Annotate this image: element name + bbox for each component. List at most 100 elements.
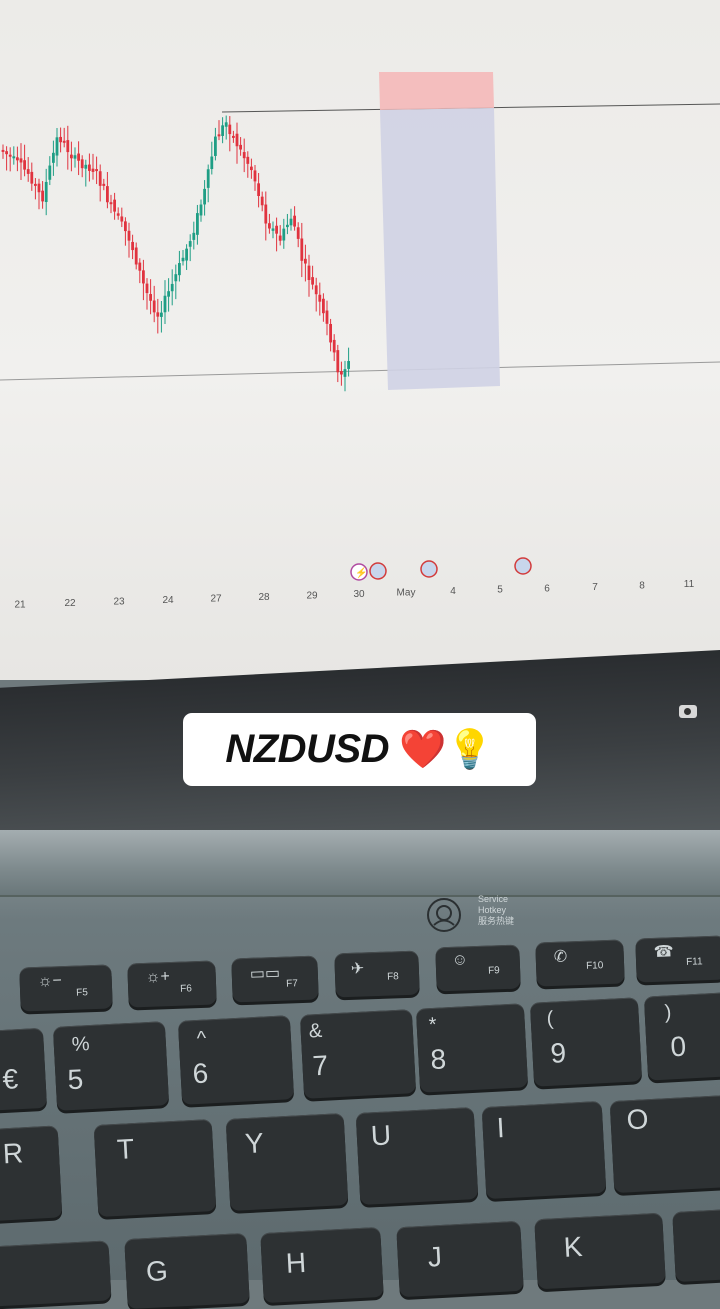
key-label: 9 bbox=[549, 1037, 567, 1069]
candle-body bbox=[304, 258, 307, 264]
key-i[interactable]: I bbox=[481, 1100, 607, 1200]
caption-text: NZDUSD bbox=[225, 727, 390, 771]
key-label: F9 bbox=[487, 965, 500, 977]
service-label-line: 服务热键 bbox=[478, 916, 515, 926]
candle-body bbox=[160, 312, 163, 317]
key-label: U bbox=[370, 1119, 392, 1152]
brightness-up-icon: ☼+ bbox=[145, 968, 171, 986]
candle-body bbox=[19, 158, 23, 163]
key-label: F5 bbox=[75, 987, 89, 999]
key-9[interactable]: ( 9 bbox=[529, 997, 643, 1087]
key-r[interactable]: R bbox=[0, 1125, 63, 1223]
candle-body bbox=[329, 323, 332, 343]
candle-body bbox=[296, 227, 300, 239]
candle-body bbox=[235, 133, 239, 147]
key-label: Y bbox=[244, 1127, 265, 1160]
key-y[interactable]: Y bbox=[225, 1112, 349, 1212]
key-f8[interactable]: ✈ F8 bbox=[334, 950, 420, 998]
candle-body bbox=[199, 204, 203, 216]
candle-body bbox=[260, 196, 264, 206]
key-h[interactable]: H bbox=[260, 1226, 384, 1304]
candle-body bbox=[44, 181, 48, 203]
date-tick-label: 6 bbox=[544, 583, 550, 594]
phone-hangup-icon: ☎ bbox=[653, 943, 674, 961]
key-label: 8 bbox=[429, 1043, 447, 1076]
key-label: O bbox=[625, 1103, 650, 1136]
reward-zone bbox=[380, 108, 500, 390]
key-o[interactable]: O bbox=[609, 1094, 720, 1194]
key-t[interactable]: T bbox=[93, 1118, 217, 1218]
key-g[interactable]: G bbox=[124, 1232, 250, 1309]
service-hotkey-label: Service Hotkey 服务热键 bbox=[478, 894, 514, 927]
key-label: T bbox=[116, 1133, 135, 1165]
service-label-line: Service bbox=[478, 894, 509, 904]
candle-body bbox=[66, 140, 70, 153]
candle-body bbox=[145, 283, 149, 294]
candle-body bbox=[88, 164, 91, 171]
key-label: * bbox=[428, 1013, 438, 1037]
key-f9[interactable]: ☺ F9 bbox=[435, 944, 521, 992]
candle-body bbox=[232, 135, 235, 138]
key-label: K bbox=[562, 1230, 584, 1263]
key-f10[interactable]: ✆ F10 bbox=[535, 939, 625, 987]
key-f6[interactable]: ☼+ F6 bbox=[127, 960, 217, 1008]
key-f7[interactable]: ▭▭ F7 bbox=[231, 955, 319, 1003]
key-6[interactable]: ^ 6 bbox=[177, 1015, 295, 1105]
key-7[interactable]: & 7 bbox=[299, 1009, 417, 1099]
candle-body bbox=[289, 218, 293, 226]
candle-body bbox=[311, 277, 314, 285]
key-label: ) bbox=[664, 1001, 672, 1024]
candlestick-chart: 21 22 23 24 27 28 29 30 May 4 5 6 7 8 11 ⚡ bbox=[0, 72, 720, 610]
candle-body bbox=[113, 199, 116, 212]
date-tick-label: 24 bbox=[162, 595, 174, 606]
candle-body bbox=[62, 140, 66, 143]
key-8[interactable]: * 8 bbox=[415, 1003, 529, 1093]
key-u[interactable]: U bbox=[355, 1106, 479, 1206]
candle-body bbox=[268, 223, 271, 229]
candle-body bbox=[228, 124, 232, 135]
key-label: 6 bbox=[191, 1057, 210, 1090]
us-flag-event-icon bbox=[514, 557, 532, 575]
key-label: & bbox=[308, 1019, 323, 1043]
candle-body bbox=[52, 152, 55, 163]
candle-body bbox=[30, 171, 34, 184]
key-j[interactable]: J bbox=[396, 1220, 524, 1298]
candle-body bbox=[8, 154, 12, 157]
svg-text:⚡: ⚡ bbox=[355, 566, 367, 579]
candle-body bbox=[91, 168, 95, 172]
candle-body bbox=[41, 190, 44, 202]
candle-body bbox=[181, 257, 185, 262]
candle-body bbox=[70, 154, 73, 159]
brightness-down-icon: ☼− bbox=[37, 972, 63, 990]
candle-body bbox=[23, 160, 26, 170]
key-f5[interactable]: ☼− F5 bbox=[19, 964, 113, 1012]
date-tick-label: 4 bbox=[450, 586, 456, 597]
candle-body bbox=[116, 213, 120, 216]
key-label: € bbox=[1, 1063, 19, 1095]
candle-body bbox=[5, 151, 8, 155]
key-0[interactable]: ) 0 bbox=[643, 991, 720, 1081]
candle-body bbox=[264, 204, 268, 224]
candle-body bbox=[282, 228, 286, 241]
key-f[interactable] bbox=[0, 1240, 112, 1308]
phone-answer-icon: ✆ bbox=[553, 948, 568, 966]
candle-body bbox=[293, 215, 296, 227]
key-l[interactable] bbox=[672, 1207, 720, 1283]
key-k[interactable]: K bbox=[534, 1212, 666, 1290]
candle-body bbox=[192, 232, 196, 240]
risk-zone bbox=[379, 72, 494, 110]
key-f11[interactable]: ☎ F11 bbox=[635, 935, 720, 983]
candle-body bbox=[347, 361, 350, 369]
candle-body bbox=[138, 262, 142, 271]
candle-body bbox=[210, 156, 214, 170]
key-label: F7 bbox=[285, 978, 299, 990]
candle-body bbox=[206, 169, 210, 188]
key-5[interactable]: % 5 bbox=[52, 1021, 170, 1111]
candle-body bbox=[275, 225, 278, 234]
date-tick-label: 22 bbox=[64, 598, 76, 609]
candle-body bbox=[152, 300, 156, 313]
key-4[interactable]: € bbox=[0, 1027, 48, 1113]
candle-body bbox=[124, 221, 127, 232]
candle-body bbox=[55, 137, 59, 156]
key-label: F6 bbox=[179, 983, 193, 995]
